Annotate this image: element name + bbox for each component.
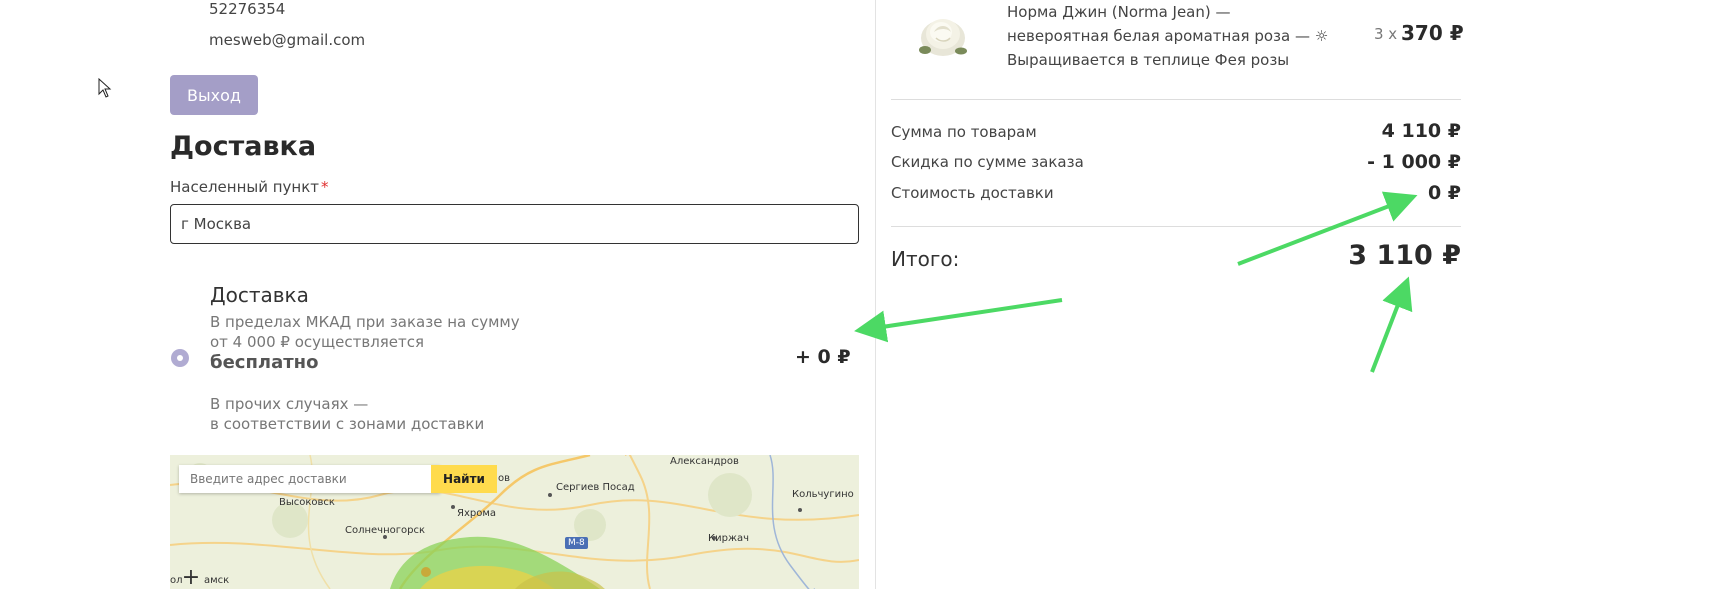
arrow-to-delivery-price <box>854 298 1063 343</box>
annotation-arrows <box>854 191 1418 373</box>
arrow-to-shipping-cost <box>1237 191 1418 266</box>
arrow-to-total <box>1370 276 1413 373</box>
